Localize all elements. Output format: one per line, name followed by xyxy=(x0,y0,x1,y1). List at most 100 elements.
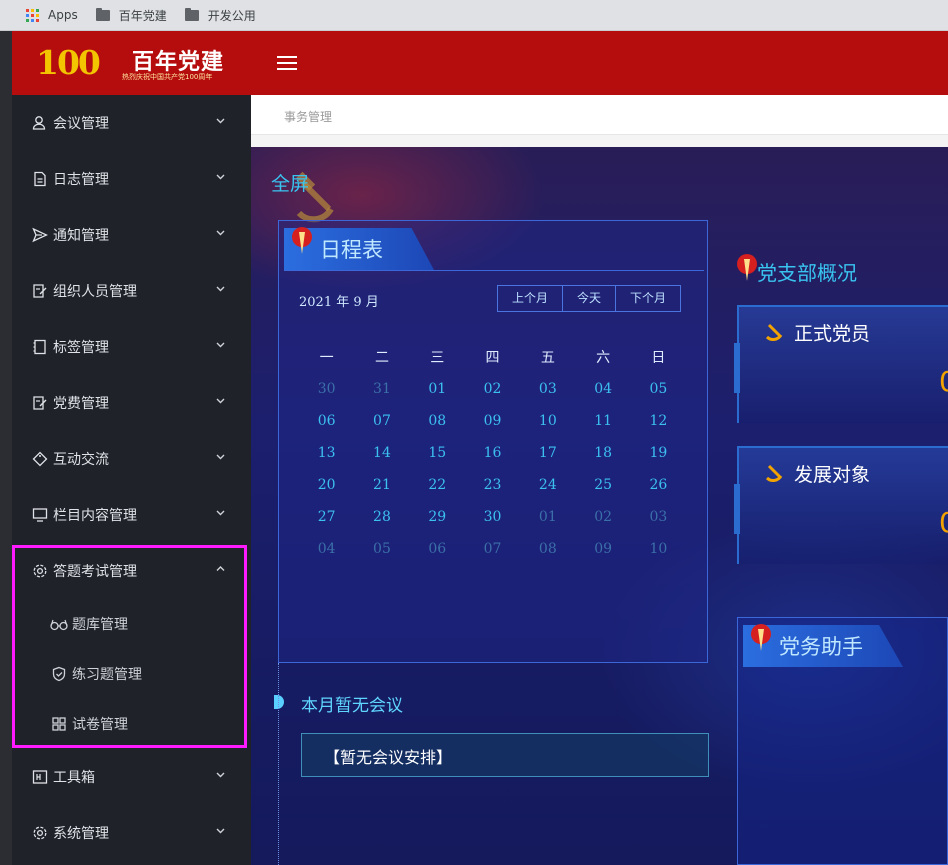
hamburger-menu-icon[interactable] xyxy=(277,56,297,70)
today-button[interactable]: 今天 xyxy=(563,286,617,311)
stat-card-accent xyxy=(734,343,740,393)
calendar-day[interactable]: 03 xyxy=(520,381,575,397)
calendar-day[interactable]: 05 xyxy=(631,381,686,397)
sidebar-subitem[interactable]: 题库管理 xyxy=(12,599,251,649)
calendar-day[interactable]: 24 xyxy=(520,477,575,493)
bookmark-apps-label: Apps xyxy=(48,8,78,22)
calendar-day[interactable]: 06 xyxy=(299,413,354,429)
calendar-day[interactable]: 04 xyxy=(575,381,630,397)
hammer-sickle-icon xyxy=(765,323,783,341)
sidebar-subitem-label: 练习题管理 xyxy=(72,667,142,683)
calendar-day[interactable]: 06 xyxy=(410,541,465,557)
sidebar-item[interactable]: 标签管理 xyxy=(12,319,251,375)
calendar-day[interactable]: 08 xyxy=(520,541,575,557)
apps-grid-icon xyxy=(26,8,39,22)
bookmark-folder-label: 百年党建 xyxy=(118,8,167,23)
app-header: 100 百年党建 热烈庆祝中国共产党100周年 xyxy=(12,31,948,95)
next-month-button[interactable]: 下个月 xyxy=(616,286,680,311)
sidebar-item[interactable]: 日志管理 xyxy=(12,151,251,207)
prev-month-button[interactable]: 上个月 xyxy=(498,286,564,311)
calendar-day[interactable]: 13 xyxy=(299,445,354,461)
stat-card-candidates[interactable]: 发展对象 0 xyxy=(734,446,948,564)
calendar-day[interactable]: 04 xyxy=(299,541,354,557)
calendar-day[interactable]: 10 xyxy=(520,413,575,429)
calendar-day[interactable]: 01 xyxy=(520,509,575,525)
sidebar-item[interactable]: 栏目内容管理 xyxy=(12,487,251,543)
stat-label: 发展对象 xyxy=(794,464,871,486)
toolbox-icon xyxy=(32,769,48,785)
calendar-day[interactable]: 02 xyxy=(465,381,520,397)
screen-icon xyxy=(32,507,48,523)
chevron-down-icon xyxy=(216,230,225,236)
calendar-day[interactable]: 16 xyxy=(465,445,520,461)
calendar-day[interactable]: 18 xyxy=(575,445,630,461)
chevron-up-icon xyxy=(216,566,225,571)
sidebar-item[interactable]: 答题考试管理 xyxy=(12,543,251,599)
chevron-down-icon xyxy=(216,398,225,404)
calendar-week-row: 04 05 06 07 08 09 10 xyxy=(299,533,689,565)
calendar-day[interactable]: 17 xyxy=(520,445,575,461)
sidebar-item-label: 日志管理 xyxy=(53,172,109,188)
logo-subtitle: 热烈庆祝中国共产党100周年 xyxy=(122,73,213,81)
calendar-day[interactable]: 09 xyxy=(575,541,630,557)
sidebar-subitem[interactable]: 练习题管理 xyxy=(12,649,251,699)
sidebar-item[interactable]: 组织人员管理 xyxy=(12,263,251,319)
calendar-day[interactable]: 23 xyxy=(465,477,520,493)
calendar-day[interactable]: 21 xyxy=(354,477,409,493)
sidebar-item[interactable]: 工具箱 xyxy=(12,749,251,805)
stat-value: 0 xyxy=(939,506,948,539)
torch-icon xyxy=(751,624,771,651)
stage-top-strip xyxy=(251,135,948,147)
calendar-day[interactable]: 19 xyxy=(631,445,686,461)
stat-card-members[interactable]: 正式党员 0 xyxy=(734,305,948,423)
glasses-icon xyxy=(50,616,68,632)
sidebar-item[interactable]: 系统管理 xyxy=(12,805,251,861)
calendar-day[interactable]: 26 xyxy=(631,477,686,493)
calendar-day[interactable]: 25 xyxy=(575,477,630,493)
calendar-day[interactable]: 10 xyxy=(631,541,686,557)
calendar-day[interactable]: 22 xyxy=(410,477,465,493)
calendar-day[interactable]: 15 xyxy=(410,445,465,461)
calendar-day[interactable]: 07 xyxy=(465,541,520,557)
bookmark-folder-party[interactable]: 百年党建 xyxy=(95,7,167,24)
calendar-day[interactable]: 30 xyxy=(465,509,520,525)
send-icon xyxy=(32,227,48,243)
bookmark-apps[interactable]: Apps xyxy=(26,8,78,22)
breadcrumb-label[interactable]: 事务管理 xyxy=(284,110,332,124)
calendar-day[interactable]: 30 xyxy=(299,381,354,397)
sidebar-item[interactable]: 通知管理 xyxy=(12,207,251,263)
stat-label: 正式党员 xyxy=(794,323,871,345)
shield-icon xyxy=(50,666,68,682)
sidebar-item[interactable]: 互动交流 xyxy=(12,431,251,487)
calendar-day[interactable]: 05 xyxy=(354,541,409,557)
sidebar-subitem[interactable]: 试卷管理 xyxy=(12,699,251,749)
calendar-day[interactable]: 11 xyxy=(575,413,630,429)
calendar-day[interactable]: 01 xyxy=(410,381,465,397)
calendar-day[interactable]: 12 xyxy=(631,413,686,429)
logo[interactable]: 100 百年党建 热烈庆祝中国共产党100周年 xyxy=(36,43,236,83)
sidebar-item-label: 栏目内容管理 xyxy=(53,508,137,524)
calendar-week-row: 13 14 15 16 17 18 19 xyxy=(299,437,689,469)
calendar-day[interactable]: 09 xyxy=(465,413,520,429)
sidebar-item[interactable]: 会议管理 xyxy=(12,95,251,151)
weekday-label: 一 xyxy=(319,350,334,366)
branch-overview-title: 党支部概况 xyxy=(757,261,857,285)
calendar-day[interactable]: 29 xyxy=(410,509,465,525)
calendar-day[interactable]: 28 xyxy=(354,509,409,525)
calendar-day[interactable]: 27 xyxy=(299,509,354,525)
bookmark-folder-dev[interactable]: 开发公用 xyxy=(184,7,256,24)
calendar-day[interactable]: 02 xyxy=(575,509,630,525)
weekday-label: 二 xyxy=(374,350,389,366)
ticket-icon xyxy=(32,451,48,467)
calendar-day[interactable]: 14 xyxy=(354,445,409,461)
calendar-day[interactable]: 07 xyxy=(354,413,409,429)
sidebar-item[interactable]: 党费管理 xyxy=(12,375,251,431)
fullscreen-button[interactable]: 全屏 xyxy=(271,169,309,196)
calendar-day[interactable]: 31 xyxy=(354,381,409,397)
folder-icon xyxy=(95,7,110,21)
calendar-day[interactable]: 08 xyxy=(410,413,465,429)
calendar-day[interactable]: 03 xyxy=(631,509,686,525)
sidebar-item-label: 组织人员管理 xyxy=(53,284,137,300)
calendar-day[interactable]: 20 xyxy=(299,477,354,493)
weekday-label: 五 xyxy=(540,350,555,366)
